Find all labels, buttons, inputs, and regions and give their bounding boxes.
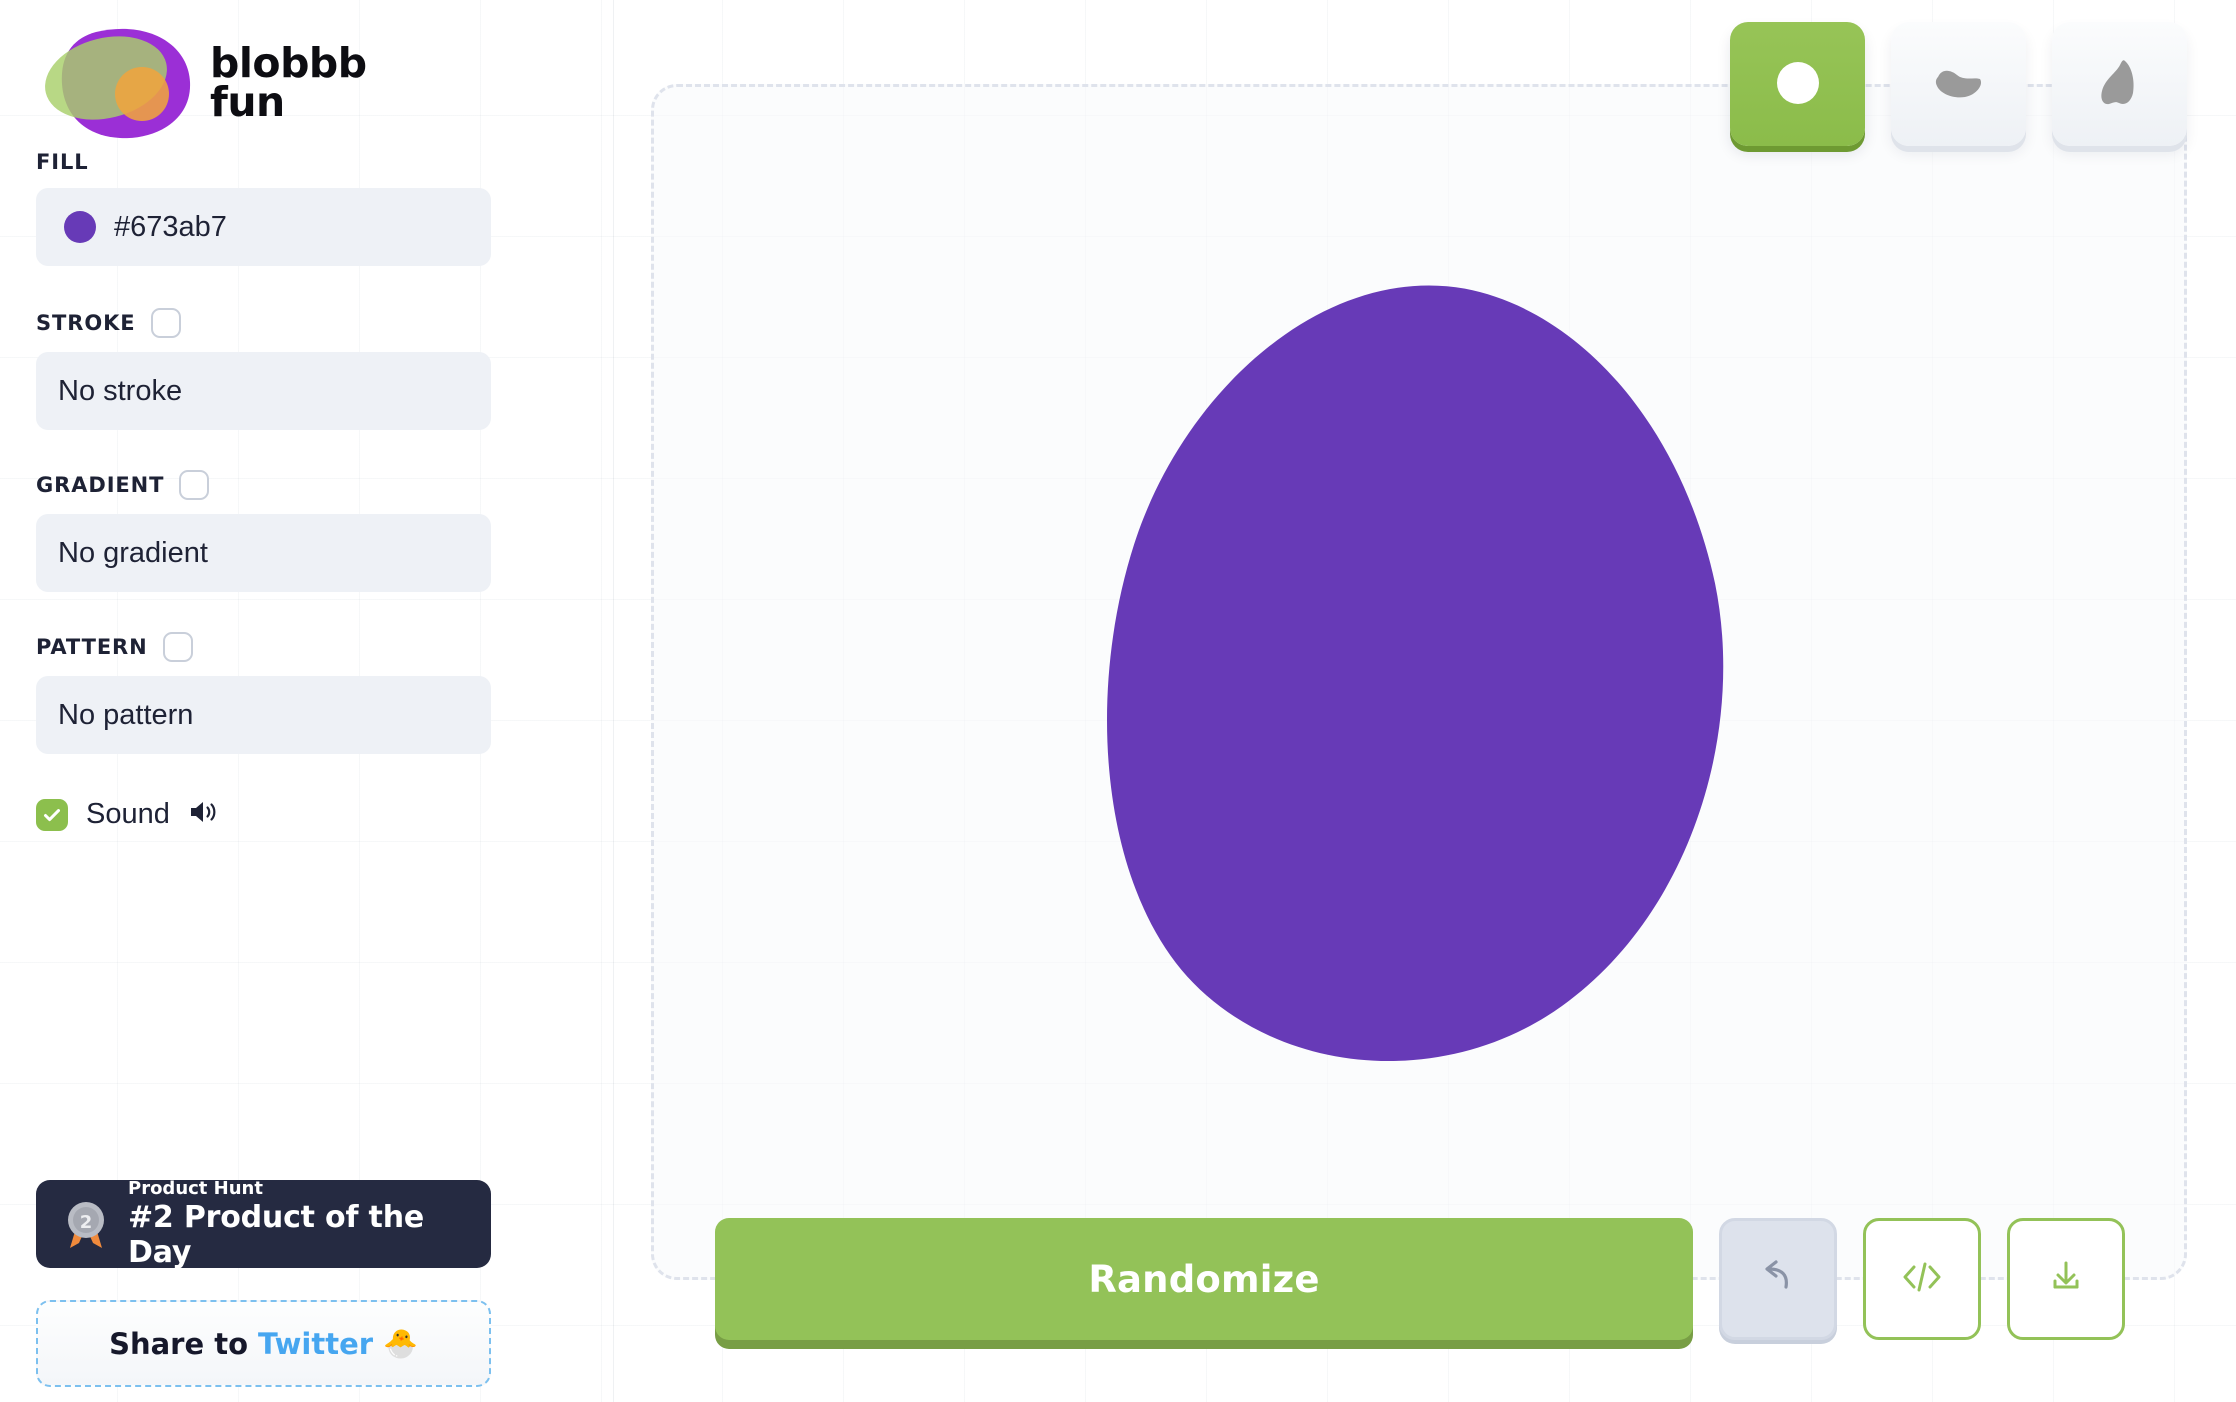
- stroke-label: STROKE: [36, 308, 613, 338]
- stroke-value-field[interactable]: No stroke: [36, 352, 491, 430]
- sound-label: Sound: [86, 798, 170, 830]
- download-button[interactable]: [2007, 1218, 2125, 1340]
- undo-button[interactable]: [1719, 1218, 1837, 1340]
- stroke-value: No stroke: [58, 374, 183, 407]
- chick-emoji-icon: 🐣: [383, 1328, 418, 1359]
- code-brackets-icon: [1900, 1259, 1944, 1300]
- fill-input[interactable]: #673ab7: [36, 188, 491, 266]
- blob-holder: [654, 87, 2184, 1277]
- stroke-section: STROKE No stroke: [0, 308, 613, 430]
- fill-section: FILL #673ab7: [0, 150, 613, 266]
- shape-type-blob-wave[interactable]: [1891, 22, 2026, 146]
- blob-logo-icon: [38, 22, 198, 142]
- product-hunt-eyebrow: Product Hunt: [128, 1178, 263, 1199]
- fill-label: FILL: [36, 150, 89, 174]
- pattern-value-field[interactable]: No pattern: [36, 676, 491, 754]
- wave-blob-icon: [1932, 61, 1986, 108]
- gradient-label-text: GRADIENT: [36, 473, 165, 497]
- gradient-label: GRADIENT: [36, 470, 613, 500]
- spiky-blob-icon: [2097, 57, 2143, 112]
- pattern-label: PATTERN: [36, 632, 613, 662]
- fill-color-swatch[interactable]: [64, 211, 96, 243]
- product-hunt-title: #2 Product of the Day: [128, 1200, 424, 1270]
- brand-logo[interactable]: blobbb fun: [0, 0, 613, 150]
- view-code-button[interactable]: [1863, 1218, 1981, 1340]
- pattern-label-text: PATTERN: [36, 635, 148, 659]
- product-hunt-badge[interactable]: 2 Product Hunt #2 Product of the Day: [36, 1178, 491, 1270]
- shape-type-blob-spiky[interactable]: [2052, 22, 2187, 146]
- gradient-value-field[interactable]: No gradient: [36, 514, 491, 592]
- sound-checkbox[interactable]: [36, 798, 68, 831]
- speaker-icon: [188, 798, 220, 831]
- blob-canvas[interactable]: [651, 84, 2187, 1280]
- shape-type-selector: [1730, 22, 2187, 146]
- action-bar: Randomize: [715, 1218, 2125, 1340]
- shape-type-blob-round[interactable]: [1730, 22, 1865, 146]
- stroke-checkbox[interactable]: [150, 308, 181, 338]
- brand-name: blobbb fun: [210, 39, 367, 126]
- product-hunt-texts: Product Hunt #2 Product of the Day: [128, 1178, 491, 1270]
- pattern-section: PATTERN No pattern: [0, 632, 613, 754]
- fill-value: #673ab7: [114, 210, 227, 243]
- share-to-twitter-button[interactable]: Share to Twitter 🐣: [36, 1300, 491, 1387]
- randomize-button[interactable]: Randomize: [715, 1218, 1693, 1340]
- share-prefix: Share to: [109, 1326, 249, 1361]
- sidebar: blobbbfun FILL #673ab7 STROKE No stroke: [0, 0, 614, 1402]
- gradient-section: GRADIENT No gradient: [0, 470, 613, 592]
- pattern-value: No pattern: [58, 698, 194, 731]
- gradient-value: No gradient: [58, 536, 208, 569]
- pattern-checkbox[interactable]: [162, 632, 193, 662]
- undo-arrow-icon: [1756, 1257, 1800, 1302]
- share-brand: Twitter: [258, 1326, 374, 1361]
- download-icon: [2046, 1257, 2086, 1302]
- medal-number: 2: [80, 1212, 93, 1233]
- circle-blob-icon: [1774, 59, 1822, 110]
- medal-icon: 2: [60, 1196, 112, 1252]
- stroke-label-text: STROKE: [36, 311, 136, 335]
- app-root: blobbbfun FILL #673ab7 STROKE No stroke: [0, 0, 2236, 1402]
- generated-blob[interactable]: [1069, 272, 1769, 1092]
- sound-toggle-row[interactable]: Sound: [0, 754, 613, 831]
- gradient-checkbox[interactable]: [179, 470, 210, 500]
